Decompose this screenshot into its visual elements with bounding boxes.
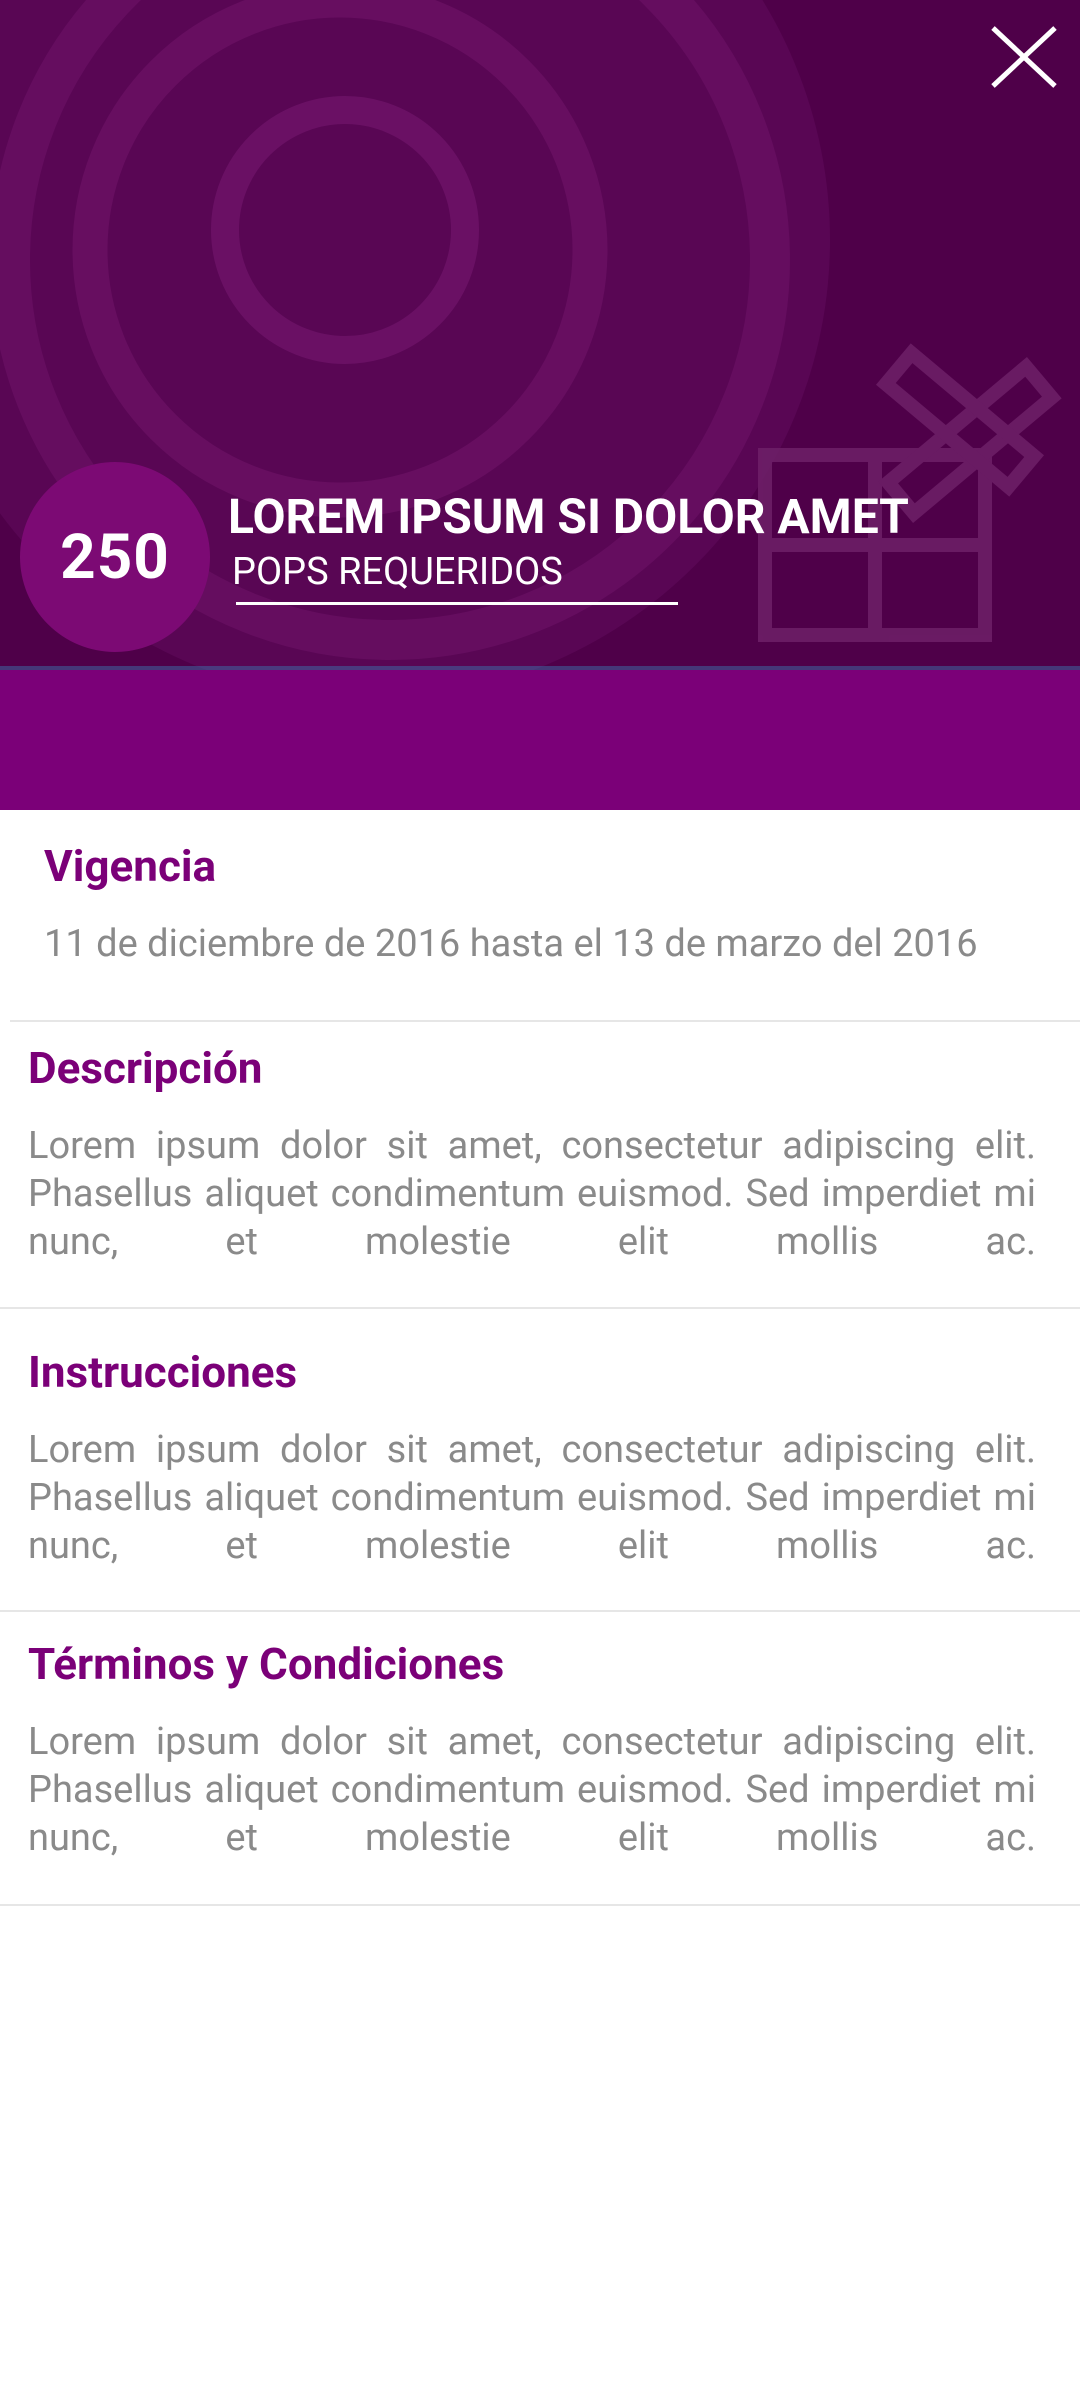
accent-band	[0, 670, 1080, 810]
divider	[0, 1904, 1080, 1906]
section-text-terminos: Lorem ipsum dolor sit amet, consectetur …	[28, 1720, 1036, 1860]
close-icon	[991, 26, 1057, 88]
section-text-descripcion: Lorem ipsum dolor sit amet, consectetur …	[28, 1124, 1036, 1264]
close-button[interactable]	[985, 20, 1065, 95]
reward-title: LOREM IPSUM SI DOLOR AMET	[228, 488, 909, 545]
divider	[10, 1020, 1080, 1022]
divider	[0, 1610, 1080, 1612]
validity-dates: 11 de diciembre de 2016 hasta el 13 de m…	[44, 922, 978, 966]
section-title-instrucciones: Instrucciones	[28, 1346, 298, 1398]
points-value: 250	[60, 520, 170, 594]
subtitle-underline	[236, 602, 678, 605]
reward-subtitle: POPS REQUERIDOS	[232, 550, 563, 594]
reward-hero: 250 LOREM IPSUM SI DOLOR AMET POPS REQUE…	[0, 0, 1080, 670]
section-title-terminos: Términos y Condiciones	[28, 1638, 505, 1690]
section-title-descripcion: Descripción	[28, 1042, 263, 1094]
points-badge: 250	[20, 462, 210, 652]
divider	[0, 1307, 1080, 1309]
section-title-vigencia: Vigencia	[44, 840, 217, 892]
section-text-instrucciones: Lorem ipsum dolor sit amet, consectetur …	[28, 1428, 1036, 1568]
